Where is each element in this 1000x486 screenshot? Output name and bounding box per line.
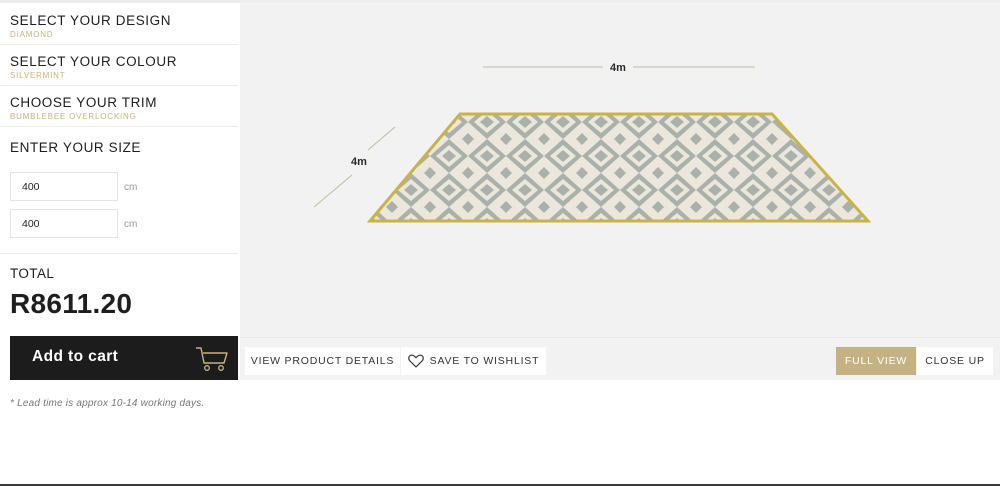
full-view-label: FULL VIEW — [844, 355, 908, 367]
trim-option-value: BUMBLEBEE OVERLOCKING — [10, 112, 137, 121]
heart-icon — [407, 354, 424, 368]
width-dimension-label: 4m — [610, 62, 626, 74]
depth-dimension-label: 4m — [351, 156, 367, 168]
length-input[interactable] — [10, 209, 118, 238]
width-input[interactable] — [10, 172, 118, 201]
colour-option-title: SELECT YOUR COLOUR — [10, 54, 178, 69]
design-option-title: SELECT YOUR DESIGN — [10, 13, 172, 28]
total-price: R8611.20 — [10, 288, 133, 319]
divider — [0, 253, 238, 254]
lead-time-note: * Lead time is approx 10-14 working days… — [10, 398, 205, 409]
save-to-wishlist-button[interactable]: SAVE TO WISHLIST — [401, 347, 546, 375]
design-option-value: DIAMOND — [10, 30, 54, 39]
close-up-label: CLOSE UP — [925, 355, 985, 367]
trim-option-title: CHOOSE YOUR TRIM — [10, 95, 158, 110]
trim-option[interactable]: CHOOSE YOUR TRIM BUMBLEBEE OVERLOCKING — [0, 86, 238, 127]
full-view-button[interactable]: FULL VIEW — [836, 347, 916, 375]
view-product-details-button[interactable]: VIEW PRODUCT DETAILS — [245, 347, 400, 375]
rug-image — [366, 112, 872, 223]
depth-dimension-line — [313, 174, 353, 208]
rug-preview: 4m 4m — [240, 3, 1000, 380]
colour-option-value: SILVERMINT — [10, 71, 66, 80]
view-product-details-label: VIEW PRODUCT DETAILS — [250, 355, 395, 367]
length-unit: cm — [124, 219, 138, 230]
colour-option[interactable]: SELECT YOUR COLOUR SILVERMINT — [0, 45, 238, 86]
add-to-cart-label: Add to cart — [32, 348, 119, 365]
preview-toolbar: VIEW PRODUCT DETAILS SAVE TO WISHLIST FU… — [240, 337, 1000, 380]
save-to-wishlist-label: SAVE TO WISHLIST — [429, 355, 540, 367]
size-title: ENTER YOUR SIZE — [10, 140, 142, 155]
width-unit: cm — [124, 182, 138, 193]
design-option[interactable]: SELECT YOUR DESIGN DIAMOND — [0, 3, 238, 45]
total-label: TOTAL — [10, 266, 55, 281]
rug-visual: 4m 4m — [313, 62, 872, 223]
depth-dimension-line — [367, 126, 396, 151]
close-up-button[interactable]: CLOSE UP — [917, 347, 993, 375]
add-to-cart-button[interactable]: Add to cart — [10, 336, 238, 380]
cart-icon — [196, 347, 228, 371]
